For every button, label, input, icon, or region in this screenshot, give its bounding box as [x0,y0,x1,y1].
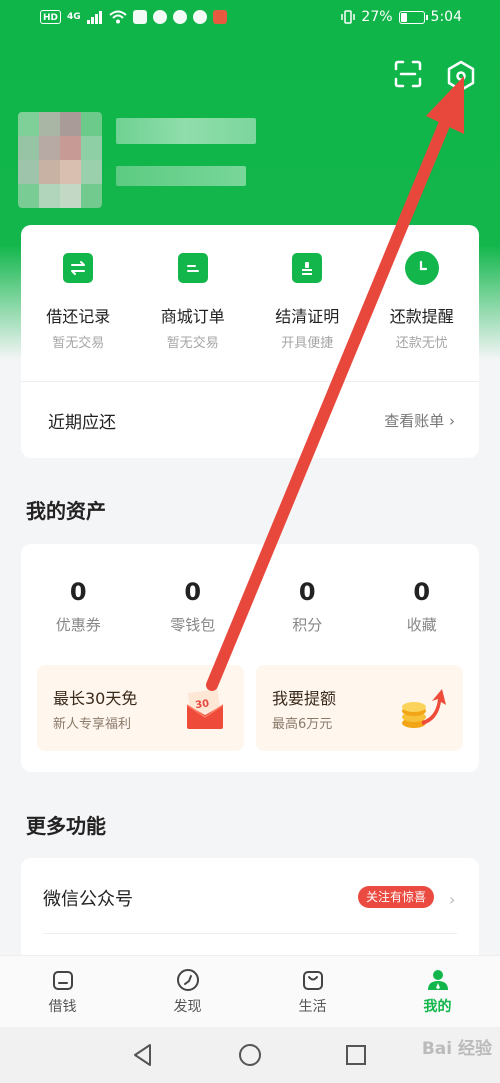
recents-icon[interactable] [345,1044,367,1066]
quick-action-label: 借还记录 [46,307,111,326]
quick-actions: 借还记录 暂无交易 商城订单 暂无交易 结清证明 开具便捷 还款提醒 还款无忧 [21,251,480,351]
stat-label: 积分 [292,616,323,634]
wifi-icon [109,10,127,24]
compass-icon [176,969,199,991]
stat-wallet[interactable]: 0 零钱包 [136,578,251,635]
stat-value: 0 [69,578,87,606]
signal-icon [86,11,102,24]
promo-free-interest[interactable]: 最长30天免 新人专享福利 30 [37,665,244,751]
user-icon [427,970,448,990]
stat-label: 收藏 [406,616,437,634]
quick-action-sub: 还款无忧 [395,336,448,351]
user-subtitle-redacted [116,166,246,186]
account-card: 借还记录 暂无交易 商城订单 暂无交易 结清证明 开具便捷 还款提醒 还款无忧 … [21,225,479,458]
battery-fill [400,12,407,22]
bag-icon [302,971,323,990]
app-notification-icon [132,10,147,24]
battery-icon [398,10,428,24]
stat-points[interactable]: 0 积分 [250,578,365,635]
stat-value: 0 [184,578,202,606]
chat-notification-icon [172,10,187,24]
wechat-official-account-row[interactable]: 微信公众号 关注有惊喜 › [21,858,479,933]
more-features-title: 更多功能 [26,814,106,838]
card-divider [21,381,479,382]
back-icon[interactable] [132,1043,154,1067]
vibrate-icon [341,10,356,24]
watermark: Bai 经验 [421,1039,492,1059]
hand-notification-icon [152,10,167,24]
nav-label: 发现 [173,999,202,1015]
quick-action-settlement-proof[interactable]: 结清证明 开具便捷 [250,253,365,351]
chevron-right-icon: › [449,412,455,430]
chevron-right-icon: › [449,890,456,909]
battery-percent: 27% [361,9,393,25]
quick-action-label: 结清证明 [275,307,340,326]
promo-title: 最长30天免 [53,689,138,708]
scan-icon[interactable] [394,60,422,88]
status-left: HD 4G [40,10,227,24]
row-divider [43,933,457,934]
loan-icon [52,971,73,990]
nav-label: 生活 [298,999,327,1015]
order-icon [177,253,208,283]
quick-action-sub: 暂无交易 [166,336,219,351]
coupon-envelope-icon: 30 [186,689,224,729]
quick-action-mall-orders[interactable]: 商城订单 暂无交易 [136,253,251,351]
assets-title: 我的资产 [26,499,106,523]
nav-label: 我的 [423,999,452,1015]
network-type-badge: HD [40,10,62,24]
recent-due-label: 近期应还 [48,413,116,433]
shield-notification-icon [192,10,207,24]
stat-value: 0 [298,578,316,606]
follow-surprise-badge: 关注有惊喜 [358,886,435,908]
asset-stats: 0 优惠券 0 零钱包 0 积分 0 收藏 [21,578,479,635]
coupon-text: 30 [195,698,210,711]
nav-tab-borrow[interactable]: 借钱 [0,956,125,1027]
stat-label: 优惠券 [55,616,101,634]
coins-arrow-icon [402,689,446,728]
promo-sub: 新人专享福利 [53,717,132,732]
signal-label: 4G [67,12,81,22]
assets-card: 0 优惠券 0 零钱包 0 积分 0 收藏 最长30天免 新人专享福利 30 我… [21,544,479,772]
username-redacted [116,118,256,144]
view-bill-link[interactable]: 查看账单 › [384,410,455,431]
app-red-notification-icon [212,10,227,24]
promo-title: 我要提额 [272,689,337,708]
promo-raise-limit[interactable]: 我要提额 最高6万元 [256,665,463,751]
more-features-card: 微信公众号 关注有惊喜 › [21,858,479,968]
status-bar: HD 4G 27% 5:04 [0,0,500,38]
settings-icon[interactable] [446,60,476,92]
clock-icon [404,251,439,285]
wechat-official-account-label: 微信公众号 [43,889,133,910]
stat-favorites[interactable]: 0 收藏 [365,578,480,635]
avatar[interactable] [18,112,102,208]
bottom-nav: 借钱 发现 生活 我的 [0,955,500,1027]
stat-coupons[interactable]: 0 优惠券 [21,578,136,635]
nav-tab-life[interactable]: 生活 [250,956,375,1027]
view-bill-label: 查看账单 [384,412,445,430]
promo-sub: 最高6万元 [272,717,333,732]
quick-action-sub: 开具便捷 [281,336,334,351]
quick-action-repay-reminder[interactable]: 还款提醒 还款无忧 [365,251,480,351]
nav-label: 借钱 [48,999,77,1015]
nav-tab-mine[interactable]: 我的 [375,956,500,1027]
certificate-icon [292,253,323,283]
home-icon[interactable] [238,1043,262,1067]
quick-action-borrow-records[interactable]: 借还记录 暂无交易 [21,253,136,351]
stat-label: 零钱包 [170,616,216,634]
quick-action-label: 还款提醒 [389,307,454,326]
status-right: 27% 5:04 [341,9,462,25]
nav-tab-discover[interactable]: 发现 [125,956,250,1027]
quick-action-label: 商城订单 [160,307,225,326]
quick-action-sub: 暂无交易 [52,336,105,351]
swap-icon [63,253,94,283]
stat-value: 0 [413,578,431,606]
clock-time: 5:04 [430,9,462,25]
